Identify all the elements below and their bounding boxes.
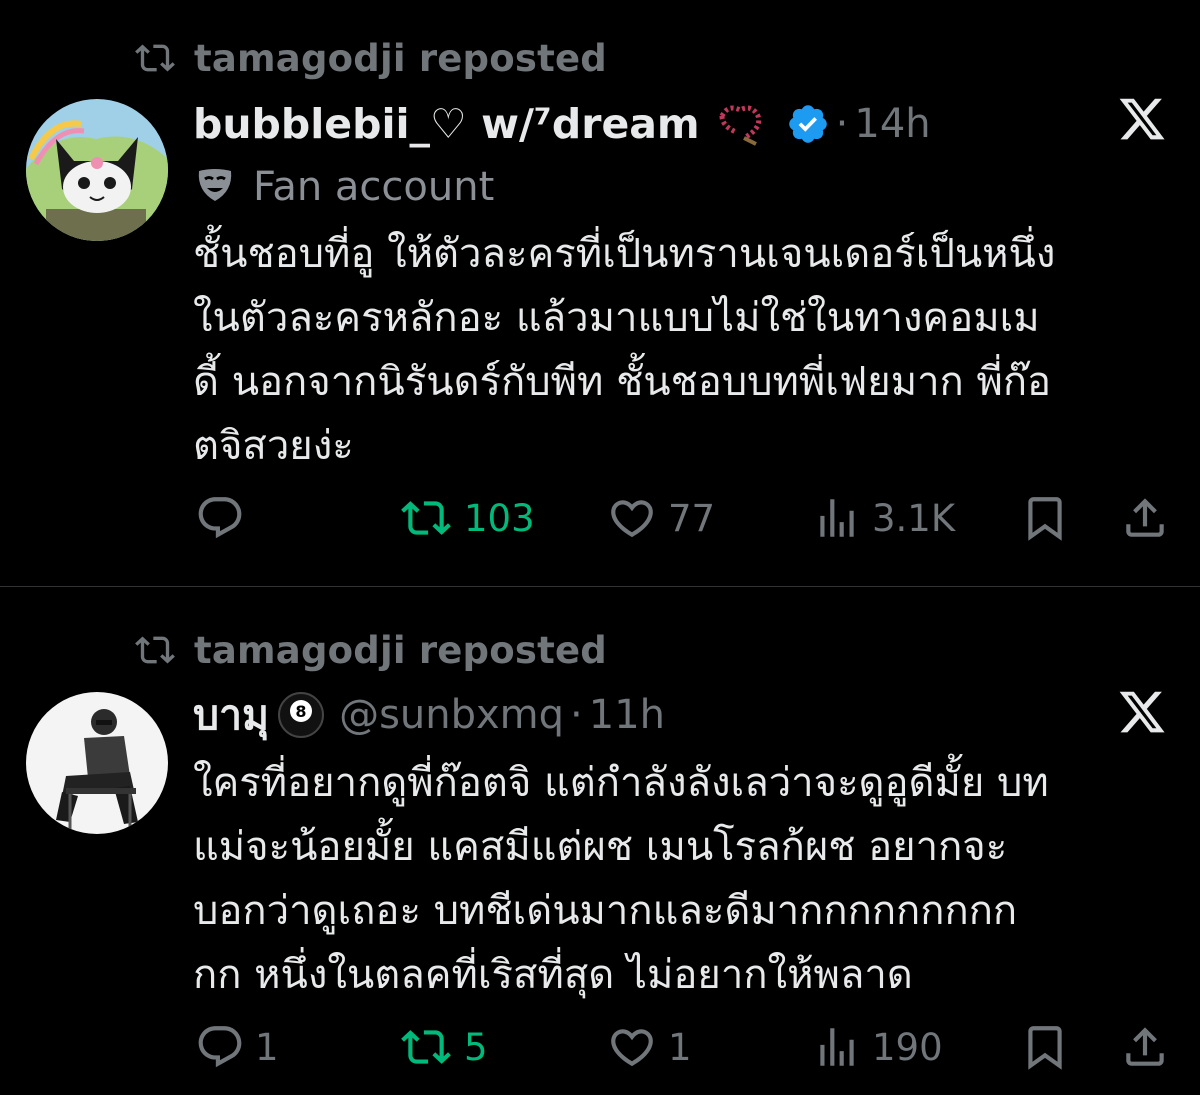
repost-count: 103 — [464, 496, 535, 540]
repost-indicator[interactable]: tamagodji reposted — [132, 33, 607, 83]
fan-account-label: Fan account — [195, 163, 494, 211]
share-icon — [1120, 1022, 1170, 1072]
body-line: บอกว่าดูเถอะ บทชีเด่นมากและดีมากกกกกกกกก — [193, 888, 1018, 934]
share-button[interactable] — [1120, 1019, 1170, 1075]
x-logo-icon — [1116, 687, 1168, 737]
action-bar: 103 77 3.1K — [0, 490, 1200, 546]
post-card[interactable]: tamagodji reposted บามุ 8 @sunbxmq · 11h — [0, 587, 1200, 1095]
action-bar: 1 5 1 190 — [0, 1019, 1200, 1075]
share-icon — [1120, 493, 1170, 543]
reply-button[interactable]: 1 — [195, 1019, 279, 1075]
repost-icon — [132, 38, 178, 78]
repost-icon — [132, 630, 178, 670]
views-button[interactable]: 3.1K — [812, 490, 955, 546]
reply-count: 1 — [255, 1025, 279, 1069]
views-icon — [812, 493, 862, 543]
post-body: ชั้นชอบที่อู ให้ตัวละครที่เป็นทรานเจนเดอ… — [193, 222, 1055, 478]
like-count: 77 — [668, 496, 716, 540]
eight-ball-emoji-icon: 8 — [277, 691, 325, 739]
like-count: 1 — [668, 1025, 692, 1069]
user-handle[interactable]: @sunbxmq — [339, 692, 564, 738]
like-icon — [606, 1022, 658, 1072]
body-line: ตจิสวยง่ะ — [193, 423, 354, 469]
repost-icon — [398, 1022, 454, 1072]
rosary-emoji-icon — [714, 102, 770, 146]
avatar[interactable] — [26, 99, 168, 241]
body-line: ดี้ นอกจากนิรันดร์กับพีท ชั้นชอบบทพี่เฟย… — [193, 359, 1052, 405]
repost-icon — [398, 493, 454, 543]
display-name[interactable]: บามุ — [193, 683, 269, 748]
repost-text[interactable]: tamagodji reposted — [194, 629, 607, 672]
repost-button[interactable]: 5 — [398, 1019, 488, 1075]
reply-icon — [195, 493, 245, 543]
bookmark-icon — [1020, 1022, 1070, 1072]
body-line: ในตัวละครหลักอะ แล้วมาแบบไม่ใช่ในทางคอมเ… — [193, 295, 1040, 341]
post-timestamp[interactable]: 11h — [589, 692, 665, 738]
post-card[interactable]: tamagodji reposted bubblebii_♡ w/⁷dream — [0, 0, 1200, 586]
like-icon — [606, 493, 658, 543]
bookmark-icon — [1020, 493, 1070, 543]
body-line: ใครที่อยากดูพี่ก๊อตจิ แต่กำลังลังเลว่าจะ… — [193, 760, 1049, 806]
repost-indicator[interactable]: tamagodji reposted — [132, 625, 607, 675]
like-button[interactable]: 77 — [606, 490, 715, 546]
repost-button[interactable]: 103 — [398, 490, 535, 546]
bookmark-button[interactable] — [1020, 1019, 1070, 1075]
avatar[interactable] — [26, 692, 168, 834]
views-count: 190 — [872, 1025, 943, 1069]
post-timestamp[interactable]: 14h — [854, 101, 930, 147]
reply-button[interactable] — [195, 490, 255, 546]
body-line: ชั้นชอบที่อู ให้ตัวละครที่เป็นทรานเจนเดอ… — [193, 231, 1056, 277]
views-icon — [812, 1022, 862, 1072]
bookmark-button[interactable] — [1020, 490, 1070, 546]
repost-text[interactable]: tamagodji reposted — [194, 37, 607, 80]
repost-count: 5 — [464, 1025, 488, 1069]
display-name[interactable]: bubblebii_♡ w/⁷dream — [193, 100, 700, 148]
views-button[interactable]: 190 — [812, 1019, 943, 1075]
label-text: Fan account — [253, 164, 495, 210]
like-button[interactable]: 1 — [606, 1019, 692, 1075]
body-line: กก หนึ่งในตลคที่เริสที่สุด ไม่อยากให้พลา… — [193, 952, 913, 998]
fan-mask-icon — [195, 165, 235, 209]
post-body: ใครที่อยากดูพี่ก๊อตจิ แต่กำลังลังเลว่าจะ… — [193, 751, 1049, 1007]
body-line: แม่จะน้อยมั้ย แคสมีแต่ผช เมนโรลก้ผช อยาก… — [193, 824, 1008, 870]
svg-text:8: 8 — [296, 702, 307, 721]
x-logo-icon — [1116, 94, 1168, 144]
reply-icon — [195, 1022, 245, 1072]
views-count: 3.1K — [872, 496, 956, 540]
verified-badge-icon[interactable] — [786, 102, 830, 146]
share-button[interactable] — [1120, 490, 1170, 546]
